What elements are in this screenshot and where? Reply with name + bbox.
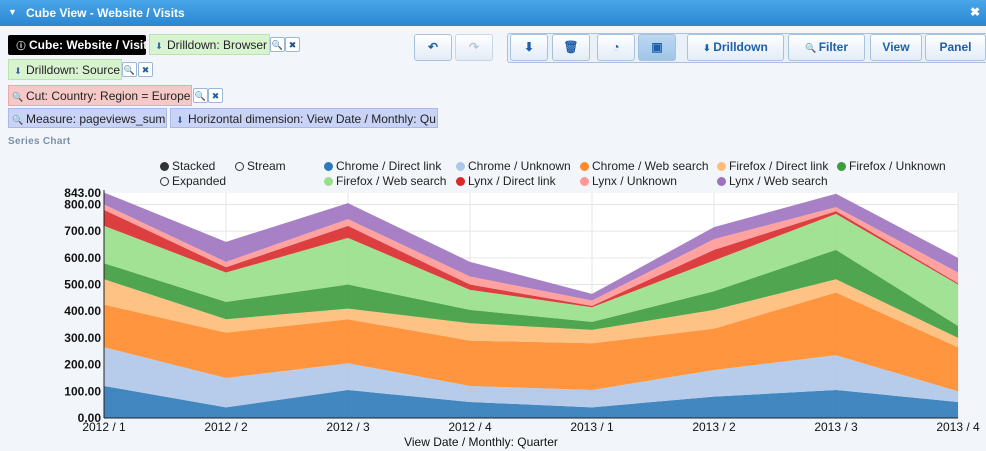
x-tick-label: 2013 / 1 <box>570 420 614 434</box>
y-tick-label: 100.00 <box>64 384 101 398</box>
x-tick-label: 2012 / 1 <box>82 420 126 434</box>
x-axis-title: View Date / Monthly: Quarter <box>404 435 558 449</box>
y-tick-label: 300.00 <box>64 331 101 345</box>
x-tick-label: 2012 / 3 <box>326 420 370 434</box>
x-tick-label: 2012 / 2 <box>204 420 248 434</box>
y-tick-label: 200.00 <box>64 358 101 372</box>
x-tick-label: 2013 / 4 <box>936 420 980 434</box>
series-chart: 0.00100.00200.00300.00400.00500.00600.00… <box>64 186 980 449</box>
y-max-label: 843.00 <box>64 186 101 200</box>
x-tick-label: 2013 / 2 <box>692 420 736 434</box>
y-tick-label: 600.00 <box>64 251 101 265</box>
x-tick-label: 2013 / 3 <box>814 420 858 434</box>
y-tick-label: 700.00 <box>64 224 101 238</box>
y-tick-label: 400.00 <box>64 304 101 318</box>
x-tick-label: 2012 / 4 <box>448 420 492 434</box>
y-tick-label: 500.00 <box>64 278 101 292</box>
